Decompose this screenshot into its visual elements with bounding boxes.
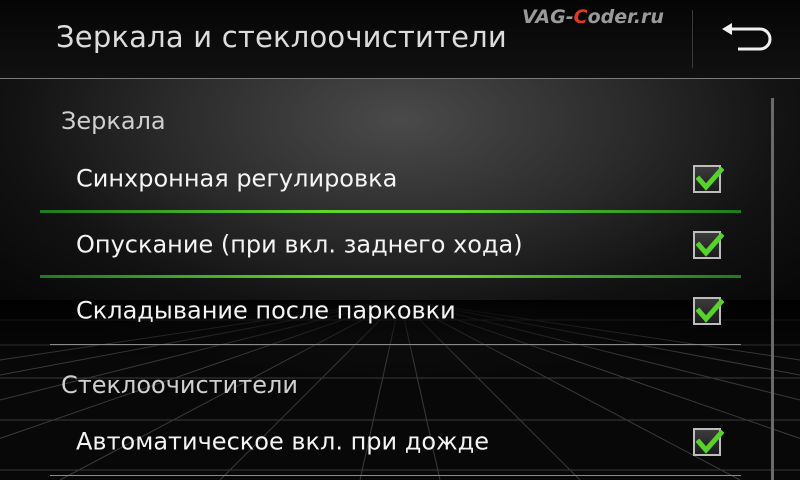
mirror-fold-after-parking-checkbox[interactable] [693,297,724,325]
mirror-reverse-tilt-checkbox[interactable] [693,231,724,259]
checkmark-icon [696,166,724,191]
wiper-rain-auto-checkbox[interactable] [693,428,724,456]
watermark-part: oder.ru [587,6,664,28]
back-button[interactable] [693,0,800,78]
mirror-reverse-tilt-row[interactable]: Опускание (при вкл. заднего хода) [40,213,741,277]
row-divider [50,475,741,476]
selection-line-bottom [40,275,741,278]
header-bar: Зеркала и стеклоочистители VAG-Coder.ru [0,0,800,79]
watermark-part: VAG- [522,6,574,28]
settings-screen: Зеркала и стеклоочистители VAG-Coder.ru … [0,0,800,480]
mirror-sync-adjust-checkbox[interactable] [693,165,724,193]
watermark-accent-part: C [573,6,588,28]
watermark-logo: VAG-Coder.ru [522,6,664,28]
mirror-sync-adjust-row[interactable]: Синхронная регулировка [40,147,741,211]
checkmark-icon [696,429,724,454]
row-label: Синхронная регулировка [76,164,398,193]
section-divider [50,344,741,345]
row-label: Складывание после парковки [76,296,456,325]
section-header-wipers: Стеклоочистители [61,371,298,399]
back-arrow-icon [721,23,771,51]
wiper-rain-auto-row[interactable]: Автоматическое вкл. при дожде [40,410,741,474]
section-header-mirrors: Зеркала [61,107,166,135]
checkmark-icon [696,298,724,323]
checkmark-icon [696,232,724,257]
row-label: Автоматическое вкл. при дожде [76,427,489,456]
row-label: Опускание (при вкл. заднего хода) [76,230,523,259]
mirror-fold-after-parking-row[interactable]: Складывание после парковки [40,279,741,343]
page-title: Зеркала и стеклоочистители [56,20,507,54]
scrollbar[interactable] [771,98,774,480]
